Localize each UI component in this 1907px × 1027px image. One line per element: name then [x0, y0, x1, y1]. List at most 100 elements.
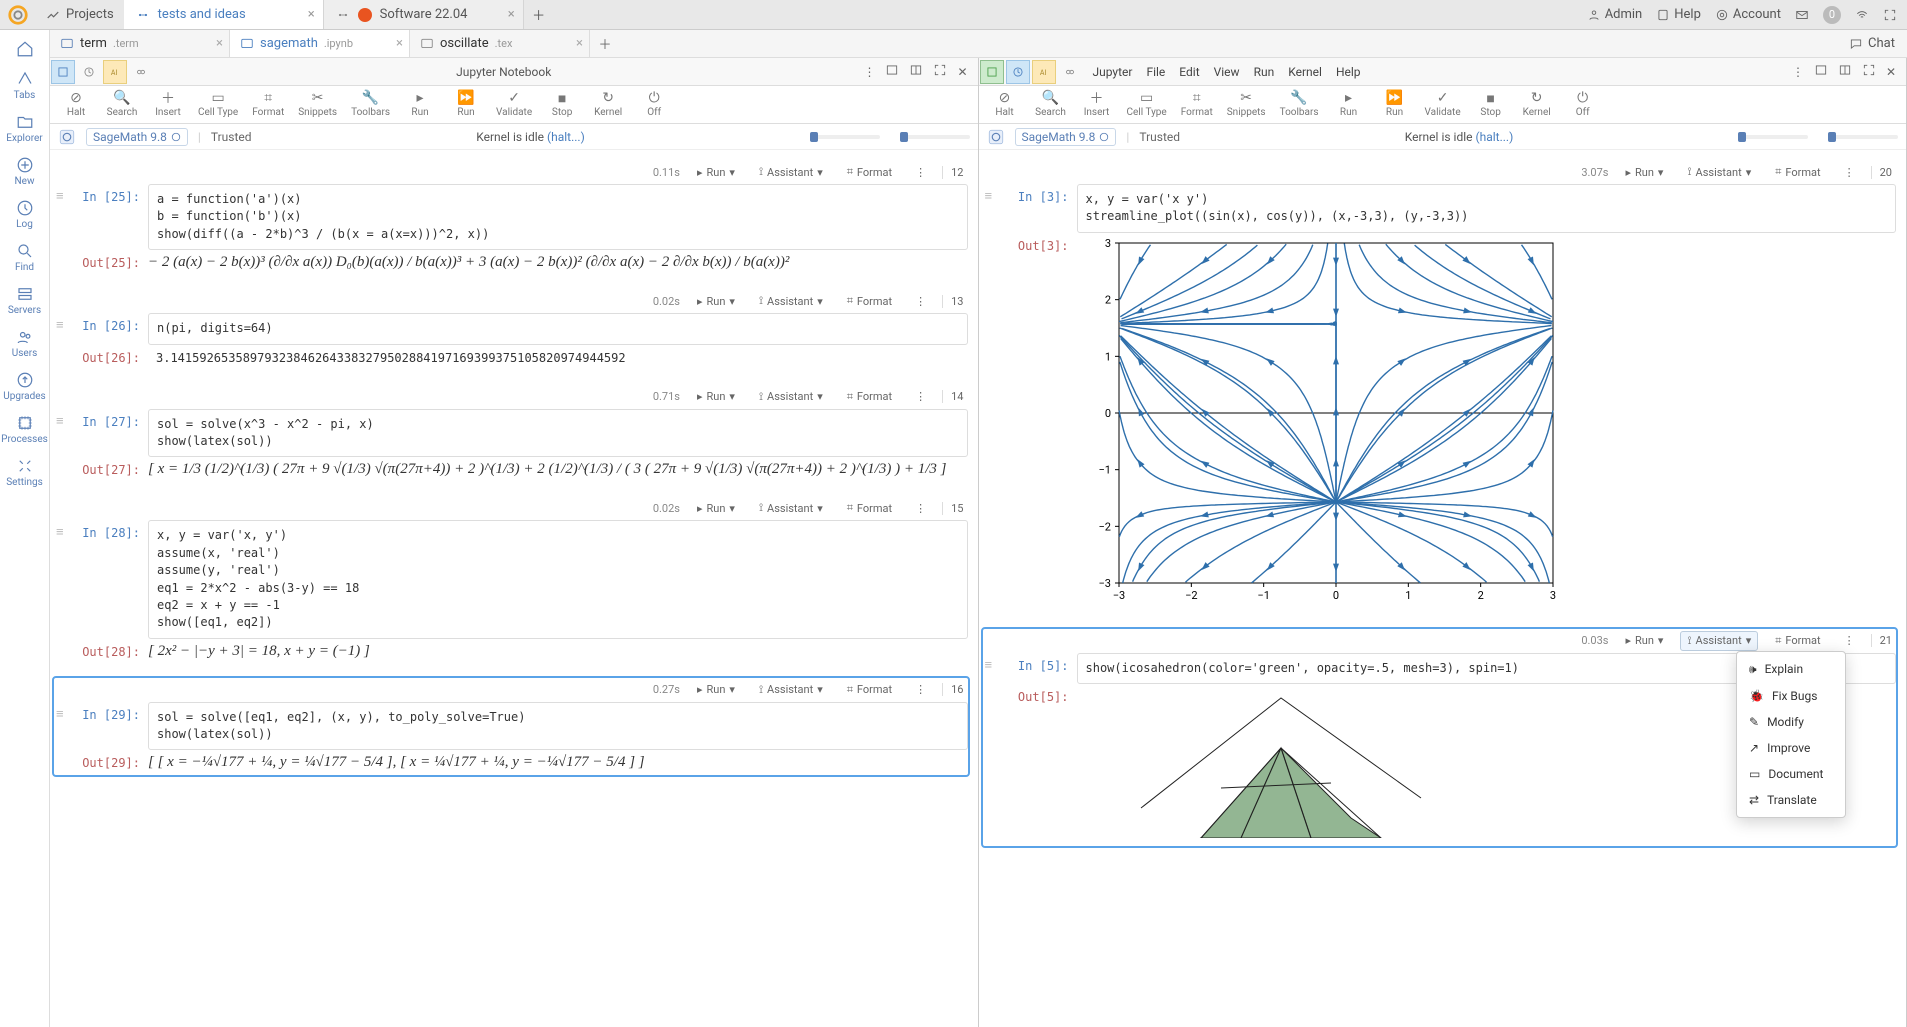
tb-halt[interactable]: ⊘Halt — [985, 88, 1025, 120]
tb-snippets[interactable]: ✂Snippets — [1223, 88, 1270, 120]
assist-modify[interactable]: ✎Modify — [1737, 709, 1845, 735]
more-icon[interactable]: ⋮ — [861, 63, 877, 81]
cell-run-btn[interactable]: ▸ Run ▾ — [690, 292, 742, 311]
cell-assistant-btn[interactable]: ⟟ Assistant ▾ — [752, 387, 830, 407]
rail-settings[interactable]: Settings — [0, 453, 49, 492]
tb-kernel[interactable]: ↻Kernel — [1517, 88, 1557, 120]
mode-chip-2[interactable] — [1006, 60, 1030, 84]
mode-chip-2[interactable] — [77, 60, 101, 84]
menu-run[interactable]: Run — [1254, 65, 1275, 79]
cell-format-btn[interactable]: ⌗ Format — [840, 498, 899, 518]
rail-find[interactable]: Find — [0, 238, 49, 277]
rail-new[interactable]: New — [0, 152, 49, 191]
fullscreen-icon[interactable] — [1883, 8, 1897, 22]
layout-split-icon[interactable] — [1836, 61, 1854, 82]
more-icon[interactable]: ⋮ — [1790, 63, 1806, 81]
layout-split-icon[interactable] — [907, 61, 925, 82]
cell-drag-handle[interactable]: ≡ — [54, 520, 72, 544]
cell-assistant-btn[interactable]: ⟟ Assistant ▾ — [752, 498, 830, 518]
cell-drag-handle[interactable]: ≡ — [54, 313, 72, 337]
cell-drag-handle[interactable]: ≡ — [54, 702, 72, 726]
mode-chip-3[interactable]: AI — [103, 60, 127, 84]
cell-drag-handle[interactable]: ≡ — [54, 409, 72, 433]
mem-slider[interactable] — [900, 135, 970, 139]
file-tab-term[interactable]: term.term × — [50, 30, 230, 57]
cell-more[interactable]: ⋮ — [909, 293, 932, 310]
rail-processes[interactable]: Processes — [0, 410, 49, 449]
tb-format[interactable]: ⌗Format — [248, 88, 288, 120]
project-tab-tests[interactable]: tests and ideas × — [124, 0, 324, 29]
cell-run-btn[interactable]: ▸ Run ▾ — [1618, 163, 1670, 182]
tb-kernel[interactable]: ↻Kernel — [588, 88, 628, 120]
chat-button[interactable]: Chat — [1837, 36, 1907, 51]
mode-chip-4[interactable] — [1058, 60, 1082, 84]
tb-validate[interactable]: ✓Validate — [492, 88, 536, 120]
code-input[interactable]: a = function('a')(x) b = function('b')(x… — [148, 184, 968, 250]
tb-off[interactable]: ⏻Off — [1563, 88, 1603, 120]
menu-jupyter[interactable]: Jupyter — [1093, 65, 1133, 79]
cell-format-btn[interactable]: ⌗ Format — [840, 291, 899, 311]
cell-run-btn[interactable]: ▸ Run ▾ — [690, 680, 742, 699]
menu-edit[interactable]: Edit — [1179, 65, 1199, 79]
cell-run-btn[interactable]: ▸ Run ▾ — [690, 387, 742, 406]
mode-chip-3[interactable]: AI — [1032, 60, 1056, 84]
close-icon[interactable]: × — [308, 7, 315, 22]
close-pane-icon[interactable]: ✕ — [1884, 63, 1898, 81]
cell-more[interactable]: ⋮ — [1838, 164, 1861, 181]
tb-search[interactable]: 🔍Search — [1031, 88, 1071, 120]
tb-validate[interactable]: ✓Validate — [1421, 88, 1465, 120]
cell-more[interactable]: ⋮ — [909, 681, 932, 698]
code-input[interactable]: x, y = var('x y') streamline_plot((sin(x… — [1077, 184, 1897, 233]
cell-format-btn[interactable]: ⌗ Format — [840, 387, 899, 407]
code-input[interactable]: n(pi, digits=64) — [148, 313, 968, 344]
layout-single-icon[interactable] — [883, 61, 901, 82]
file-tab-oscillate[interactable]: oscillate.tex × — [410, 30, 590, 57]
account-link[interactable]: Account — [1715, 7, 1781, 22]
assist-fixbugs[interactable]: 🐞Fix Bugs — [1737, 683, 1845, 709]
tb-search[interactable]: 🔍Search — [102, 88, 142, 120]
assist-document[interactable]: ▭Document — [1737, 761, 1845, 787]
admin-link[interactable]: Admin — [1587, 7, 1643, 22]
cell-format-btn[interactable]: ⌗ Format — [840, 680, 899, 700]
tb-run[interactable]: ▸Run — [400, 88, 440, 120]
add-project-tab[interactable]: ＋ — [524, 5, 554, 24]
assist-translate[interactable]: ⇄Translate — [1737, 787, 1845, 813]
cell-run-btn[interactable]: ▸ Run ▾ — [690, 163, 742, 182]
cell-assistant-btn[interactable]: ⟟ Assistant ▾ — [752, 162, 830, 182]
tb-celltype[interactable]: ▭Cell Type — [194, 88, 242, 120]
tb-off[interactable]: ⏻Off — [634, 88, 674, 120]
kernel-name[interactable]: SageMath 9.8 — [1015, 128, 1117, 146]
cell-assistant-btn[interactable]: ⟟ Assistant ▾ — [752, 680, 830, 700]
rail-tabs[interactable]: Tabs — [0, 66, 49, 105]
mem-slider[interactable] — [1828, 135, 1898, 139]
tb-celltype[interactable]: ▭Cell Type — [1123, 88, 1171, 120]
close-icon[interactable]: × — [576, 36, 583, 51]
tb-insert[interactable]: ＋Insert — [1077, 88, 1117, 120]
menu-file[interactable]: File — [1146, 65, 1165, 79]
rail-log[interactable]: Log — [0, 195, 49, 234]
close-icon[interactable]: × — [396, 36, 403, 51]
kernel-name[interactable]: SageMath 9.8 — [86, 128, 188, 146]
tb-run-all[interactable]: ⏩Run — [1375, 88, 1415, 120]
tb-toolbars[interactable]: 🔧Toolbars — [1276, 88, 1323, 120]
menu-view[interactable]: View — [1214, 65, 1240, 79]
cpu-slider[interactable] — [810, 135, 880, 139]
code-input[interactable]: sol = solve(x^3 - x^2 - pi, x) show(late… — [148, 409, 968, 458]
assist-improve[interactable]: ↗Improve — [1737, 735, 1845, 761]
cell-assistant-btn[interactable]: ⟟ Assistant ▾ — [752, 291, 830, 311]
cell-format-btn[interactable]: ⌗ Format — [1768, 162, 1827, 182]
file-tab-sagemath[interactable]: sagemath.ipynb × — [230, 30, 410, 57]
expand-icon[interactable] — [1860, 61, 1878, 82]
tb-run[interactable]: ▸Run — [1329, 88, 1369, 120]
cell-drag-handle[interactable]: ≡ — [54, 184, 72, 208]
cell-format-btn[interactable]: ⌗ Format — [840, 162, 899, 182]
mode-chip-1[interactable] — [980, 60, 1004, 84]
expand-icon[interactable] — [931, 61, 949, 82]
close-pane-icon[interactable]: ✕ — [955, 63, 969, 81]
tb-stop[interactable]: ■Stop — [1471, 88, 1511, 120]
cell-more[interactable]: ⋮ — [909, 500, 932, 517]
cell-format-btn[interactable]: ⌗ Format — [1768, 631, 1827, 651]
projects-link[interactable]: Projects — [36, 0, 124, 29]
mode-chip-4[interactable] — [129, 60, 153, 84]
add-file-tab[interactable]: ＋ — [590, 34, 620, 53]
